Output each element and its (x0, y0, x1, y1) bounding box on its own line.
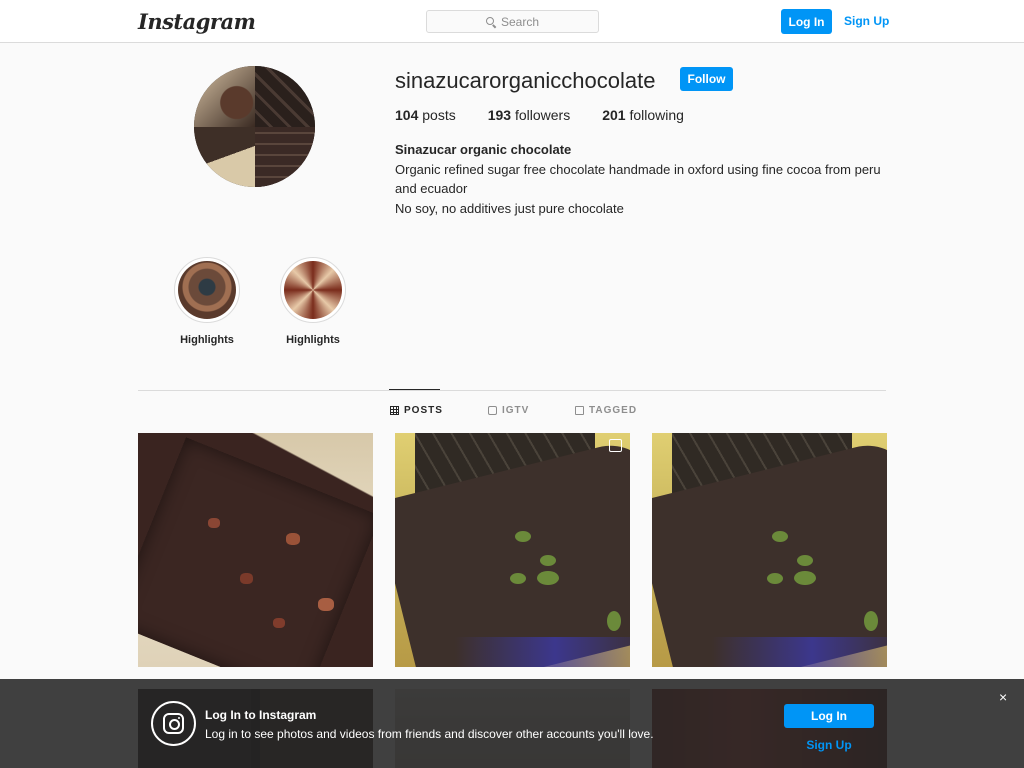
grid-icon (390, 406, 399, 415)
post-thumbnail[interactable] (395, 433, 630, 667)
highlight-label: Highlights (180, 334, 234, 346)
login-banner-text: Log in to see photos and videos from fri… (205, 727, 654, 741)
tab-tagged[interactable]: TAGGED (575, 405, 637, 416)
following-label: following (629, 107, 684, 123)
profile-bio: Sinazucar organic chocolate Organic refi… (395, 140, 885, 218)
post-image (712, 637, 887, 667)
story-highlight[interactable]: Highlights (280, 257, 346, 346)
highlight-image (178, 261, 236, 319)
post-image (767, 573, 783, 584)
camera-icon (163, 713, 184, 734)
multiple-posts-icon (609, 439, 622, 452)
tab-igtv[interactable]: IGTV (488, 405, 529, 416)
post-image (286, 533, 300, 545)
profile-stats: 104 posts 193 followers 201 following (395, 107, 716, 123)
avatar-tile (254, 126, 315, 187)
tabs-divider (138, 390, 886, 391)
followers-label: followers (514, 107, 571, 123)
followers-stat[interactable]: 193 followers (488, 107, 571, 123)
follow-button[interactable]: Follow (680, 67, 733, 91)
top-nav: Instagram Search Log In Sign Up (0, 0, 1024, 43)
highlight-label: Highlights (286, 334, 340, 346)
tab-label: IGTV (502, 405, 530, 416)
tab-label: TAGGED (589, 405, 638, 416)
post-image (455, 637, 630, 667)
banner-login-button[interactable]: Log In (784, 704, 874, 728)
post-image (515, 531, 531, 542)
following-count: 201 (602, 107, 626, 123)
followers-count: 193 (487, 107, 512, 123)
post-thumbnail[interactable] (652, 433, 887, 667)
post-image (510, 573, 526, 584)
tab-posts[interactable]: POSTS (390, 405, 443, 416)
posts-label: posts (422, 107, 456, 123)
instagram-logo[interactable]: Instagram (138, 9, 256, 34)
close-icon[interactable]: × (999, 690, 1007, 704)
post-image (318, 598, 334, 611)
post-image (240, 573, 253, 584)
banner-signup-link[interactable]: Sign Up (784, 738, 874, 752)
search-placeholder: Search (500, 14, 540, 29)
search-box[interactable]: Search (426, 10, 599, 33)
bio-line: No soy, no additives just pure chocolate (395, 200, 624, 216)
profile-avatar[interactable] (194, 66, 315, 187)
tab-label: POSTS (404, 405, 443, 416)
login-banner-title: Log In to Instagram (205, 708, 317, 722)
highlight-image (284, 261, 342, 319)
post-image (772, 531, 788, 542)
avatar-tile (254, 66, 315, 127)
profile-full-name: Sinazucar organic chocolate (395, 142, 572, 157)
bio-line: Organic refined sugar free chocolate han… (395, 161, 881, 197)
story-highlight[interactable]: Highlights (174, 257, 240, 346)
igtv-icon (488, 406, 497, 415)
post-image (208, 518, 220, 528)
post-image (273, 618, 285, 628)
post-image (537, 571, 559, 585)
post-image (607, 611, 621, 631)
avatar-tile (194, 126, 255, 187)
post-image (797, 555, 813, 566)
tagged-icon (575, 406, 584, 415)
highlight-ring (280, 257, 346, 323)
post-image (138, 437, 373, 667)
highlight-ring (174, 257, 240, 323)
following-stat[interactable]: 201 following (602, 107, 684, 123)
active-tab-indicator (389, 389, 440, 390)
post-thumbnail[interactable] (138, 433, 373, 667)
posts-stat: 104 posts (395, 107, 456, 123)
login-button[interactable]: Log In (781, 9, 832, 34)
post-image (540, 555, 556, 566)
signup-link[interactable]: Sign Up (844, 14, 889, 28)
post-image (864, 611, 878, 631)
avatar-tile (194, 66, 255, 127)
search-icon (485, 16, 496, 27)
posts-count: 104 (395, 107, 419, 123)
profile-username: sinazucarorganicchocolate (395, 68, 656, 93)
instagram-icon (151, 701, 196, 746)
post-image (794, 571, 816, 585)
